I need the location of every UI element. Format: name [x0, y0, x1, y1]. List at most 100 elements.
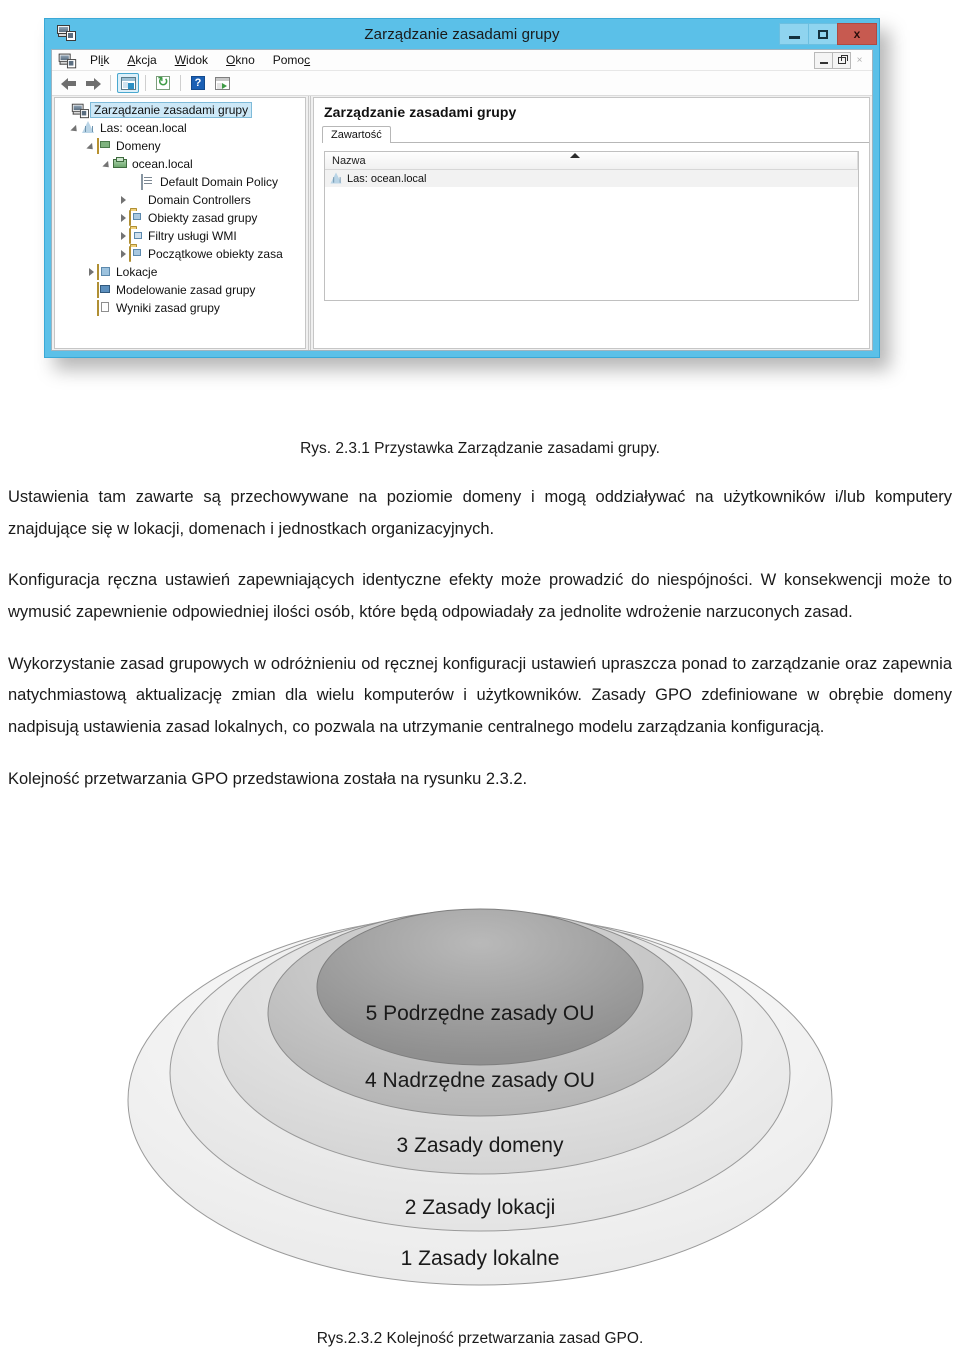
expander-closed[interactable]	[117, 250, 129, 258]
nested-ellipses-svg: 5 Podrzędne zasady OU 4 Nadrzędne zasady…	[127, 908, 833, 1286]
figure-caption-1: Rys. 2.3.1 Przystawka Zarządzanie zasada…	[300, 440, 660, 457]
document-body: Rys. 2.3.1 Przystawka Zarządzanie zasada…	[0, 368, 960, 795]
pane-splitter[interactable]	[306, 96, 313, 350]
screenshot-figure: Zarządzanie zasadami grupy x Plik Akcja …	[44, 18, 890, 370]
expander-closed[interactable]	[117, 214, 129, 222]
mdi-window-controls: ×	[814, 51, 869, 69]
tree-item-modelowanie-zasad-grupy[interactable]: Modelowanie zasad grupy	[55, 281, 305, 299]
refresh-button[interactable]	[152, 73, 174, 93]
modeling-icon	[97, 281, 113, 298]
toolbar-separator	[180, 75, 181, 91]
tree-item-ocean-local[interactable]: ocean.local	[55, 155, 305, 173]
listview-cell-nazwa: Las: ocean.local	[347, 172, 427, 185]
tree-item-label: Modelowanie zasad grupy	[116, 283, 256, 297]
tree-item-wyniki-zasad-grupy[interactable]: Wyniki zasad grupy	[55, 299, 305, 317]
listview-header: Nazwa	[325, 152, 858, 170]
column-header-label: Nazwa	[332, 154, 366, 167]
expander-open[interactable]	[85, 142, 97, 152]
mdi-minimize-button[interactable]	[814, 51, 833, 69]
ellipse-layer-5	[316, 908, 644, 1066]
content-listview[interactable]: Nazwa Las: ocean.local	[324, 151, 859, 301]
paragraph-4: Kolejność przetwarzania GPO przedstawion…	[8, 769, 528, 788]
tree-item-domeny[interactable]: Domeny	[55, 137, 305, 155]
tree-item-label: Zarządzanie zasadami grupy	[90, 102, 253, 118]
detail-pane: Zarządzanie zasadami grupy Zawartość Naz…	[313, 97, 870, 349]
ellipse-label-3: 3 Zasady domeny	[397, 1134, 564, 1157]
tree-item-label: Lokacje	[116, 265, 158, 279]
close-button[interactable]: x	[837, 23, 877, 45]
tree-item-filtry-wmi[interactable]: Filtry usługi WMI	[55, 227, 305, 245]
help-button[interactable]: ?	[187, 73, 209, 93]
paragraph-2: Konfiguracja ręczna ustawień zapewniając…	[8, 571, 952, 622]
tab-zawartosc[interactable]: Zawartość	[322, 126, 391, 143]
menu-item-okno[interactable]: Okno	[217, 52, 264, 68]
ellipse-label-4: 4 Nadrzędne zasady OU	[365, 1069, 595, 1092]
maximize-button[interactable]	[808, 23, 838, 45]
forest-icon	[330, 172, 343, 185]
wmi-folder-icon	[129, 227, 145, 244]
tree-item-label: Domain Controllers	[148, 193, 251, 207]
paragraph-1: Ustawienia tam zawarte są przechowywane …	[8, 488, 952, 538]
show-hide-tree-icon	[120, 76, 136, 90]
toolbar-separator	[110, 75, 111, 91]
minimize-button[interactable]	[779, 23, 809, 45]
gpo-icon	[141, 173, 157, 190]
forward-icon	[85, 77, 101, 90]
listview-row[interactable]: Las: ocean.local	[325, 170, 858, 187]
panes-container: Zarządzanie zasadami grupy Las: ocean.lo…	[52, 96, 872, 350]
expander-open[interactable]	[101, 160, 113, 170]
domains-folder-icon	[97, 137, 113, 154]
maximize-icon	[818, 29, 828, 39]
ellipse-label-2: 2 Zasady lokacji	[405, 1196, 556, 1219]
detail-pane-title: Zarządzanie zasadami grupy	[324, 104, 517, 120]
window-titlebar: Zarządzanie zasadami grupy x	[45, 19, 879, 49]
show-hide-tree-button[interactable]	[117, 73, 139, 93]
mdi-child-icon	[58, 53, 77, 68]
starter-gpo-folder-icon	[129, 245, 145, 262]
tree-item-lokacje[interactable]: Lokacje	[55, 263, 305, 281]
window-title: Zarządzanie zasadami grupy	[364, 25, 560, 43]
tree-item-label: Wyniki zasad grupy	[116, 301, 220, 315]
sort-ascending-icon	[569, 153, 580, 158]
tree-item-forest[interactable]: Las: ocean.local	[55, 119, 305, 137]
gpo-processing-order-diagram: 5 Podrzędne zasady OU 4 Nadrzędne zasady…	[0, 895, 960, 1315]
window-controls: x	[779, 23, 877, 45]
tree-item-label: ocean.local	[132, 157, 193, 171]
domain-icon	[113, 157, 129, 172]
tree-item-obiekty-zasad-grupy[interactable]: Obiekty zasad grupy	[55, 209, 305, 227]
forward-button[interactable]	[82, 73, 104, 93]
expander-closed[interactable]	[117, 232, 129, 240]
tree-item-poczatkowe-obiekty-zasad[interactable]: Początkowe obiekty zasa	[55, 245, 305, 263]
menubar: Plik Akcja Widok Okno Pomoc ×	[52, 50, 872, 71]
restore-icon	[837, 54, 848, 64]
paragraph-3: Wykorzystanie zasad grupowych w odróżnie…	[8, 654, 952, 737]
mdi-close-button[interactable]: ×	[850, 52, 869, 69]
tree-item-label: Początkowe obiekty zasa	[148, 247, 283, 261]
ellipse-label-5: 5 Podrzędne zasady OU	[366, 1002, 595, 1025]
expander-closed[interactable]	[85, 268, 97, 276]
tree-item-label: Las: ocean.local	[100, 121, 187, 135]
forest-icon	[81, 121, 97, 136]
results-icon	[97, 299, 113, 316]
window-client-area: Plik Akcja Widok Okno Pomoc × ↻ ? Zarząd…	[51, 49, 873, 351]
minimize-icon	[788, 35, 800, 39]
menu-item-pomoc[interactable]: Pomoc	[264, 52, 319, 68]
expander-closed[interactable]	[117, 196, 129, 204]
column-header-nazwa[interactable]: Nazwa	[325, 152, 858, 169]
menu-item-plik[interactable]: Plik	[81, 52, 118, 68]
expander-open[interactable]	[69, 124, 81, 134]
tree-item-label: Default Domain Policy	[160, 175, 279, 189]
tree-item-domain-controllers[interactable]: Domain Controllers	[55, 191, 305, 209]
tree-item-root[interactable]: Zarządzanie zasadami grupy	[55, 101, 305, 119]
minimize-icon	[819, 61, 828, 64]
export-list-button[interactable]	[211, 73, 233, 93]
menu-item-widok[interactable]: Widok	[166, 52, 217, 68]
toolbar-separator	[145, 75, 146, 91]
ou-folder-icon	[129, 193, 145, 208]
mdi-restore-button[interactable]	[832, 51, 851, 69]
menu-item-akcja[interactable]: Akcja	[118, 52, 165, 68]
tree-item-default-domain-policy[interactable]: Default Domain Policy	[55, 173, 305, 191]
console-tree: Zarządzanie zasadami grupy Las: ocean.lo…	[55, 98, 305, 317]
tabstrip: Zawartość	[322, 124, 869, 143]
back-button[interactable]	[58, 73, 80, 93]
